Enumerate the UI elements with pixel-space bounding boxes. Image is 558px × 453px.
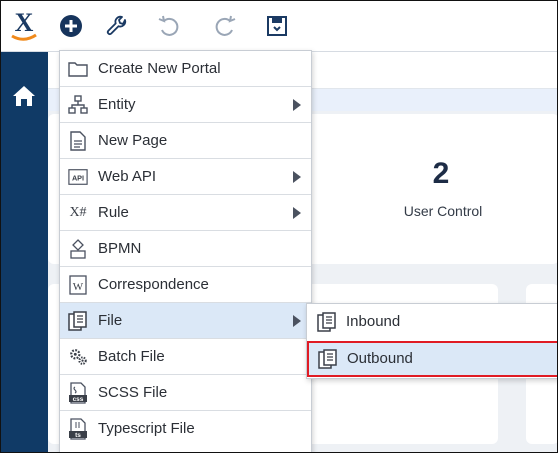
submenu-item-outbound[interactable]: Outbound bbox=[307, 341, 557, 377]
undo-icon[interactable] bbox=[155, 12, 183, 40]
menu-item-label: Entity bbox=[98, 96, 136, 113]
menu-item-label: New Page bbox=[98, 132, 168, 149]
chevron-right-icon bbox=[293, 171, 301, 183]
menu-item-batch-file[interactable]: Batch File bbox=[60, 339, 311, 375]
page-icon bbox=[68, 131, 88, 151]
stat-value: 2 bbox=[432, 157, 450, 190]
menu-item-label: SCSS File bbox=[98, 384, 168, 401]
chevron-right-icon bbox=[293, 99, 301, 111]
menu-item-scss-file[interactable]: css SCSS File bbox=[60, 375, 311, 411]
top-toolbar: X bbox=[1, 1, 557, 52]
menu-item-label: Create New Portal bbox=[98, 60, 221, 77]
submenu-item-inbound[interactable]: Inbound bbox=[307, 304, 557, 340]
svg-text:API: API bbox=[72, 174, 84, 183]
menu-item-file[interactable]: File bbox=[60, 303, 311, 339]
menu-item-label: File bbox=[98, 312, 123, 329]
svg-text:css: css bbox=[73, 396, 84, 403]
menu-item-create-new-portal[interactable]: Create New Portal bbox=[60, 51, 311, 87]
file-icon bbox=[68, 311, 88, 331]
logo-letter: X bbox=[15, 8, 34, 37]
file-submenu: Inbound Outbound bbox=[306, 303, 557, 379]
menu-item-bpmn[interactable]: BPMN bbox=[60, 231, 311, 267]
rule-icon: X# bbox=[69, 205, 87, 220]
ts-file-icon: ts bbox=[68, 418, 88, 440]
submenu-item-label: Outbound bbox=[347, 350, 413, 367]
redo-icon[interactable] bbox=[211, 12, 239, 40]
app-window: X 2 User Control Create New Portal Entit… bbox=[0, 0, 558, 453]
svg-text:ts: ts bbox=[75, 432, 81, 439]
menu-item-new-page[interactable]: New Page bbox=[60, 123, 311, 159]
wrench-icon[interactable] bbox=[103, 12, 131, 40]
logo[interactable]: X bbox=[8, 7, 40, 43]
menu-item-label: Typescript File bbox=[98, 420, 195, 437]
scss-file-icon: css bbox=[68, 382, 88, 404]
menu-item-label: Correspondence bbox=[98, 276, 209, 293]
file-icon bbox=[318, 349, 338, 369]
menu-item-label: Web API bbox=[98, 168, 157, 185]
menu-item-web-api[interactable]: API Web API bbox=[60, 159, 311, 195]
save-icon[interactable] bbox=[263, 12, 291, 40]
correspondence-icon: W bbox=[68, 275, 88, 295]
hierarchy-icon bbox=[68, 95, 88, 115]
menu-item-entity[interactable]: Entity bbox=[60, 87, 311, 123]
file-icon bbox=[317, 312, 337, 332]
folder-icon bbox=[68, 59, 88, 79]
submenu-item-label: Inbound bbox=[346, 313, 401, 330]
menu-item-label: Batch File bbox=[98, 348, 165, 365]
menu-item-rule[interactable]: X# Rule bbox=[60, 195, 311, 231]
menu-item-label: BPMN bbox=[98, 240, 142, 257]
menu-item-correspondence[interactable]: W Correspondence bbox=[60, 267, 311, 303]
chevron-right-icon bbox=[293, 207, 301, 219]
add-circle-icon[interactable] bbox=[57, 12, 85, 40]
menu-item-label: Rule bbox=[98, 204, 129, 221]
api-icon: API bbox=[68, 167, 88, 187]
svg-text:W: W bbox=[73, 281, 84, 293]
new-item-menu: Create New Portal Entity New Page API We… bbox=[59, 50, 312, 452]
menu-item-typescript-file[interactable]: ts Typescript File bbox=[60, 411, 311, 447]
home-icon[interactable] bbox=[10, 82, 38, 110]
bpmn-icon bbox=[68, 239, 88, 259]
side-navigation bbox=[1, 52, 48, 452]
stat-label: User Control bbox=[403, 203, 483, 219]
gears-icon bbox=[68, 347, 88, 367]
chevron-right-icon bbox=[293, 315, 301, 327]
